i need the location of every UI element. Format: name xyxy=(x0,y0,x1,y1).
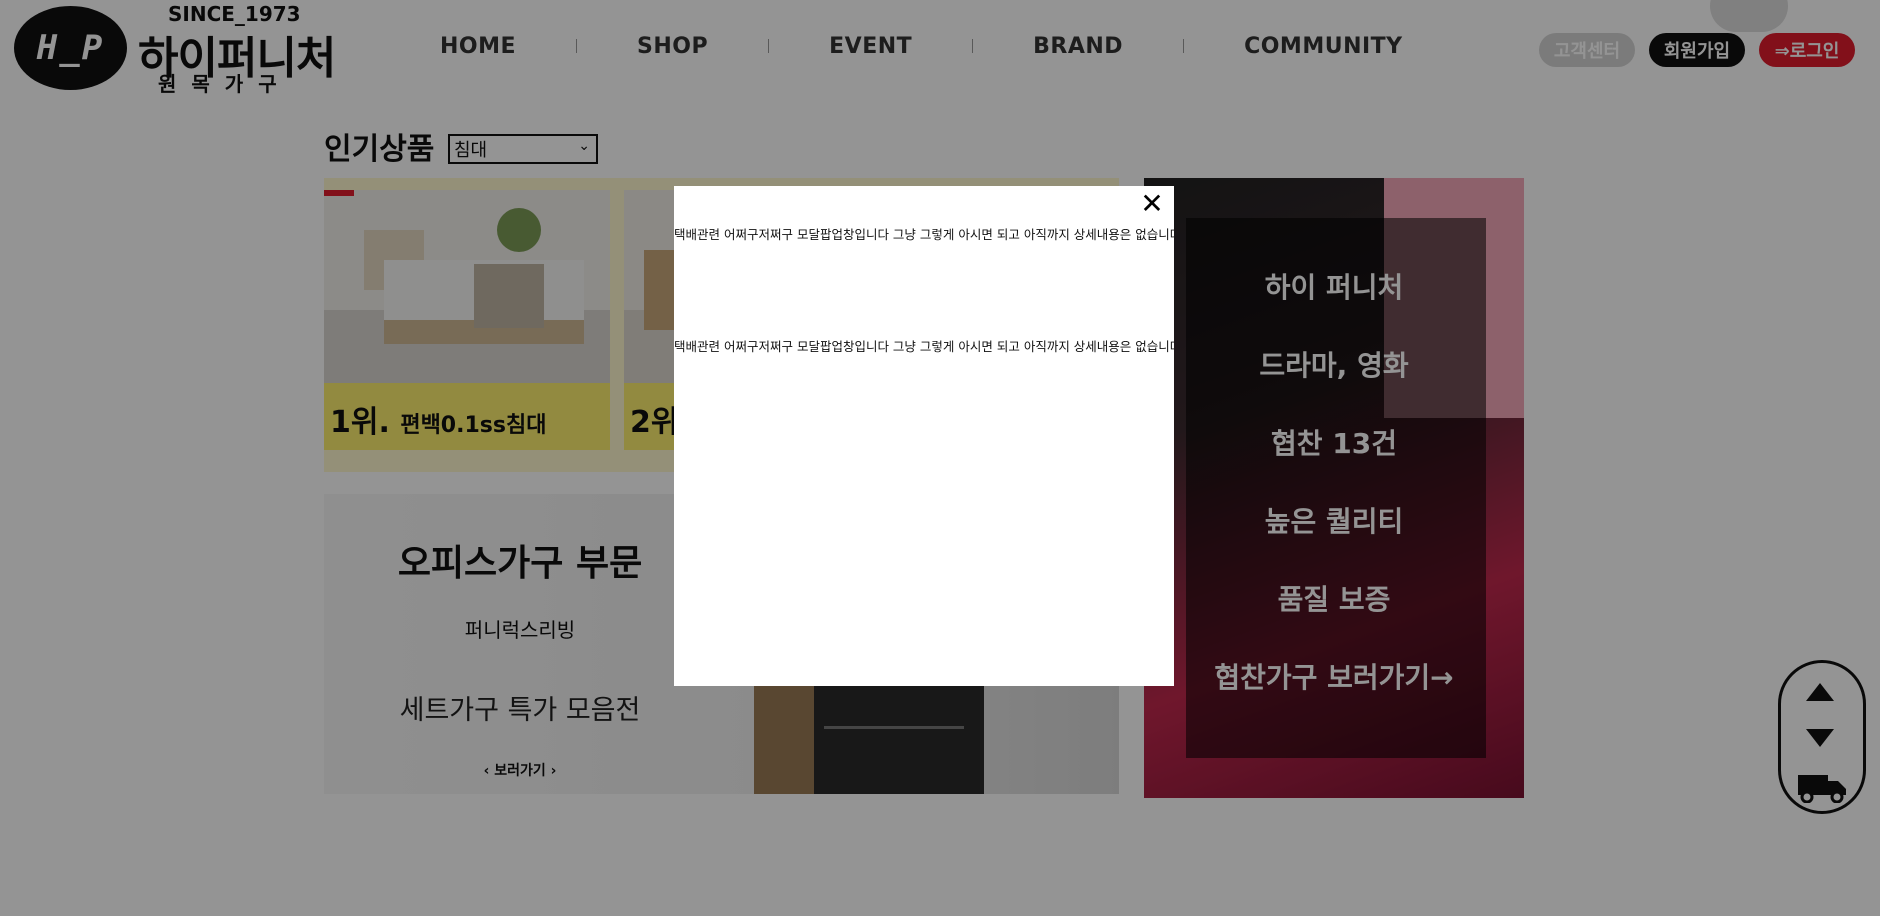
close-icon[interactable]: ✕ xyxy=(1138,190,1166,218)
modal-text: 택배관련 어쩌구저쩌구 모달팝업창입니다 그냥 그렇게 아시면 되고 아직까지 … xyxy=(674,227,1174,242)
delivery-modal: ✕ 택배관련 어쩌구저쩌구 모달팝업창입니다 그냥 그렇게 아시면 되고 아직까… xyxy=(674,186,1174,686)
modal-text: 택배관련 어쩌구저쩌구 모달팝업창입니다 그냥 그렇게 아시면 되고 아직까지 … xyxy=(674,339,1174,354)
